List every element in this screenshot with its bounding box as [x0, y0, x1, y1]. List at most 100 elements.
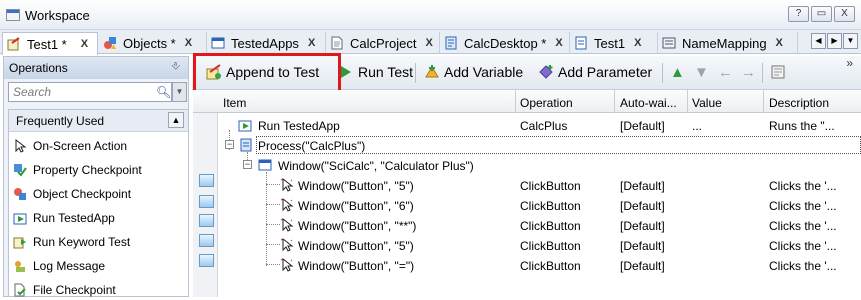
column-operation[interactable]: Operation [520, 96, 573, 110]
run-test-button[interactable]: Run Test [338, 64, 413, 80]
tab-objects[interactable]: Objects * X [99, 32, 207, 54]
row-item: Window("Button", "6") [298, 199, 414, 213]
row-item: Window("SciCalc", "Calculator Plus") [278, 159, 474, 173]
table-row[interactable]: Window("Button", "6") ClickButton [Defau… [218, 195, 861, 215]
search-icon[interactable]: 🔍︎ [156, 85, 171, 99]
row-operation: CalcPlus [520, 119, 568, 133]
table-row[interactable]: − Window("SciCalc", "Calculator Plus") [218, 155, 861, 175]
operation-log-message[interactable]: Log Message [13, 256, 105, 276]
row-autowait: [Default] [620, 119, 665, 133]
tab-calcproject[interactable]: CalcProject X [326, 32, 440, 54]
row-marker[interactable] [199, 195, 214, 208]
cursor-icon [280, 177, 294, 192]
move-up-icon[interactable]: ▲ [670, 64, 685, 81]
column-item[interactable]: Item [223, 96, 246, 110]
help-button[interactable]: ? [788, 6, 809, 22]
toolbar-overflow-icon[interactable]: » [846, 57, 853, 69]
tab-test1-modified[interactable]: Test1 * X [2, 32, 98, 55]
row-marker[interactable] [199, 174, 214, 187]
row-marker[interactable] [199, 254, 214, 267]
row-marker[interactable] [199, 234, 214, 247]
pin-icon[interactable]: ⎀ [171, 60, 180, 73]
file-checkpoint-icon [13, 283, 27, 297]
row-autowait: [Default] [620, 179, 665, 193]
collapse-icon[interactable]: − [243, 160, 252, 169]
tab-close-icon[interactable]: X [776, 37, 783, 49]
row-description: Runs the "... [769, 119, 835, 133]
tab-scroll-left-icon[interactable]: ◀ [811, 33, 826, 49]
append-icon [206, 64, 222, 80]
tab-testedapps[interactable]: TestedApps X [207, 32, 326, 54]
table-row[interactable]: Window("Button", "5") ClickButton [Defau… [218, 175, 861, 195]
row-operation: ClickButton [520, 259, 581, 273]
operation-label: Log Message [33, 259, 106, 273]
cursor-icon [280, 257, 294, 272]
table-row[interactable]: Window("Button", "**") ClickButton [Defa… [218, 215, 861, 235]
tab-close-icon[interactable]: X [634, 37, 641, 49]
operation-run-testedapp[interactable]: Run TestedApp [13, 208, 115, 228]
grid-header: Item Operation Auto-wai... Value Descrip… [193, 90, 861, 113]
row-item: Window("Button", "**") [298, 219, 417, 233]
tab-close-icon[interactable]: X [185, 37, 192, 49]
operation-label: Property Checkpoint [33, 163, 142, 177]
tab-close-icon[interactable]: X [81, 38, 88, 50]
operation-label: Run TestedApp [33, 211, 115, 225]
add-parameter-icon [538, 64, 554, 80]
add-variable-button[interactable]: Add Variable [424, 64, 523, 80]
row-value[interactable]: ... [692, 119, 702, 133]
frequently-used-group[interactable]: Frequently Used ▲ [9, 110, 188, 132]
tab-scroll-right-icon[interactable]: ▶ [827, 33, 842, 49]
operation-property-checkpoint[interactable]: Property Checkpoint [13, 160, 142, 180]
column-description[interactable]: Description [769, 96, 829, 110]
append-to-test-button[interactable]: Append to Test [206, 64, 319, 80]
column-value[interactable]: Value [692, 96, 722, 110]
operation-label: Run Keyword Test [33, 235, 131, 249]
table-row[interactable]: Run TestedApp CalcPlus [Default] ... Run… [218, 115, 861, 135]
tab-namemapping[interactable]: NameMapping X [658, 32, 798, 54]
collapse-icon[interactable]: − [225, 140, 234, 149]
tab-close-icon[interactable]: X [425, 37, 432, 49]
operations-list: Frequently Used ▲ On-Screen Action Prope… [8, 109, 189, 297]
title-bar: Workspace ? ▭ X [0, 0, 861, 30]
desktop-test-icon [444, 36, 458, 50]
keyword-test-icon [574, 36, 588, 50]
move-left-icon: ← [718, 64, 733, 81]
table-row[interactable]: Window("Button", "5") ClickButton [Defau… [218, 235, 861, 255]
close-button[interactable]: X [834, 6, 855, 22]
column-autowait[interactable]: Auto-wai... [620, 96, 677, 110]
tab-close-icon[interactable]: X [308, 37, 315, 49]
row-selector-bar [193, 113, 218, 297]
operation-run-keyword-test[interactable]: Run Keyword Test [13, 232, 130, 252]
add-parameter-button[interactable]: Add Parameter [538, 64, 652, 80]
collapse-chevron-icon[interactable]: ▲ [168, 112, 184, 128]
restore-button[interactable]: ▭ [811, 6, 832, 22]
keyword-test-icon [13, 235, 27, 249]
search-dropdown-icon[interactable]: ▼ [172, 82, 187, 102]
row-marker[interactable] [199, 214, 214, 227]
properties-icon[interactable] [770, 64, 786, 80]
operations-title: Operations [9, 61, 68, 75]
name-mapping-icon [662, 36, 676, 50]
table-row[interactable]: − Process("CalcPlus") [218, 135, 861, 155]
editor-tab-bar: Test1 * X Objects * X TestedApps X CalcP… [0, 30, 861, 55]
tab-label: NameMapping [682, 35, 767, 51]
table-row[interactable]: Window("Button", "=") ClickButton [Defau… [218, 255, 861, 275]
tab-test1[interactable]: Test1 X [570, 32, 658, 54]
tab-label: CalcProject [350, 35, 417, 51]
tab-list-icon[interactable]: ▼ [843, 33, 858, 49]
tab-close-icon[interactable]: X [555, 37, 562, 49]
row-item: Window("Button", "=") [298, 259, 415, 273]
tab-navigation: ◀ ▶ ▼ [811, 33, 858, 49]
operations-search-input[interactable]: Search [8, 82, 172, 102]
operation-on-screen-action[interactable]: On-Screen Action [13, 136, 127, 156]
project-page-icon [330, 36, 344, 50]
operation-file-checkpoint[interactable]: File Checkpoint [13, 280, 116, 300]
run-icon [338, 64, 354, 80]
operation-label: On-Screen Action [33, 139, 128, 153]
tab-calcdesktop[interactable]: CalcDesktop * X [440, 32, 570, 54]
row-autowait: [Default] [620, 259, 665, 273]
row-operation: ClickButton [520, 179, 581, 193]
append-to-test-label: Append to Test [226, 64, 320, 80]
tab-label: CalcDesktop * [464, 35, 547, 51]
operation-object-checkpoint[interactable]: Object Checkpoint [13, 184, 131, 204]
